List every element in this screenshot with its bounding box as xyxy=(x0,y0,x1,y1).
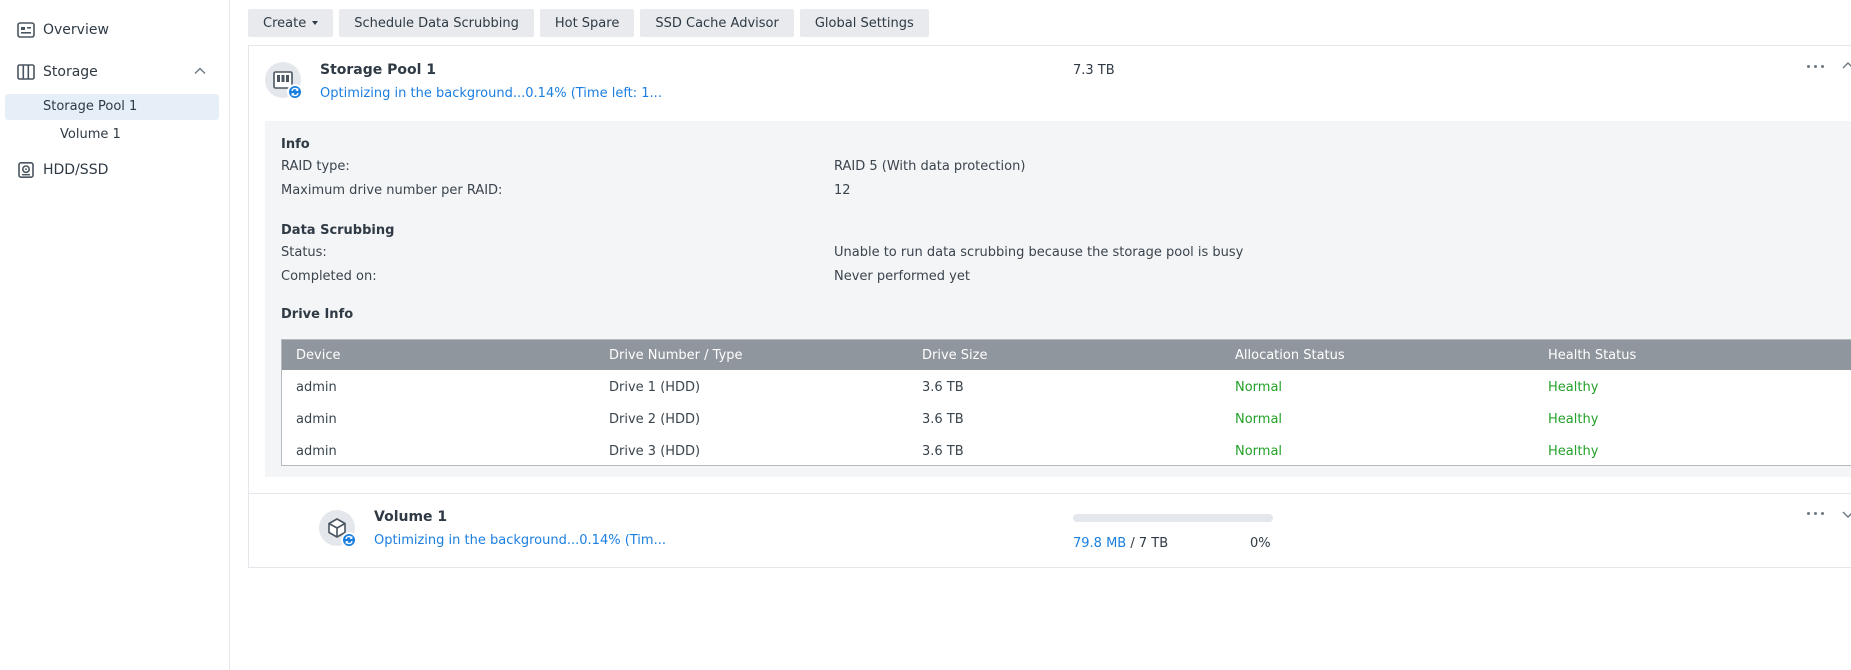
raid-type-value: RAID 5 (With data protection) xyxy=(834,159,1026,174)
allocation-status-cell: Normal xyxy=(1235,444,1283,459)
chevron-up-icon[interactable] xyxy=(1842,60,1851,72)
sidebar: Overview Storage Storage Pool 1 Volume 1 xyxy=(0,0,230,670)
column-header-drive-number[interactable]: Drive Number / Type xyxy=(609,348,743,363)
health-status-cell: Healthy xyxy=(1548,412,1599,427)
sidebar-item-overview[interactable]: Overview xyxy=(0,16,229,44)
max-drive-value: 12 xyxy=(834,183,851,198)
sidebar-item-storage[interactable]: Storage xyxy=(0,58,229,86)
volume-usage-text: 79.8 MB / 7 TB xyxy=(1073,536,1168,551)
volume-title: Volume 1 xyxy=(374,509,448,525)
completed-on-label: Completed on: xyxy=(281,269,377,284)
allocation-status-cell: Normal xyxy=(1235,380,1283,395)
device-cell: admin xyxy=(296,444,337,459)
toolbar: Create Schedule Data Scrubbing Hot Spare… xyxy=(248,9,929,37)
sidebar-item-label: HDD/SSD xyxy=(43,162,109,178)
sidebar-item-label: Storage xyxy=(43,64,98,80)
more-horizontal-icon[interactable] xyxy=(1805,62,1827,72)
overview-icon xyxy=(17,22,35,38)
drive-number-cell: Drive 3 (HDD) xyxy=(609,444,701,459)
health-status-cell: Healthy xyxy=(1548,380,1599,395)
sidebar-item-label: Storage Pool 1 xyxy=(43,99,138,114)
sync-icon xyxy=(287,84,303,100)
health-status-cell: Healthy xyxy=(1548,444,1599,459)
column-header-device[interactable]: Device xyxy=(296,348,340,363)
sync-icon xyxy=(341,532,357,548)
volume-used: 79.8 MB xyxy=(1073,536,1127,551)
sidebar-item-storage-pool-1[interactable]: Storage Pool 1 xyxy=(5,94,219,120)
device-cell: admin xyxy=(296,412,337,427)
create-button-label: Create xyxy=(263,15,307,31)
volume-panel: Volume 1 Optimizing in the background...… xyxy=(248,493,1851,568)
sidebar-item-label: Overview xyxy=(43,22,109,38)
drive-size-cell: 3.6 TB xyxy=(922,444,964,459)
schedule-data-scrubbing-button[interactable]: Schedule Data Scrubbing xyxy=(339,9,534,37)
drive-size-cell: 3.6 TB xyxy=(922,412,964,427)
ssd-cache-advisor-button[interactable]: SSD Cache Advisor xyxy=(640,9,794,37)
chevron-down-icon[interactable] xyxy=(1842,508,1851,520)
column-header-drive-size[interactable]: Drive Size xyxy=(922,348,987,363)
drive-info-heading: Drive Info xyxy=(281,307,354,322)
storage-manager-app: Overview Storage Storage Pool 1 Volume 1 xyxy=(0,0,1851,670)
column-header-health-status[interactable]: Health Status xyxy=(1548,348,1636,363)
volume-usage-bar xyxy=(1073,514,1273,522)
hdd-icon xyxy=(18,162,34,178)
sidebar-item-label: Volume 1 xyxy=(60,127,121,142)
allocation-status-cell: Normal xyxy=(1235,412,1283,427)
volume-total: 7 TB xyxy=(1138,536,1169,551)
column-header-allocation-status[interactable]: Allocation Status xyxy=(1235,348,1345,363)
volume-cube-icon xyxy=(319,510,357,548)
volume-status-link[interactable]: Optimizing in the background...0.14% (Ti… xyxy=(374,533,666,548)
storage-pool-size: 7.3 TB xyxy=(1073,63,1115,78)
storage-icon xyxy=(17,64,35,80)
max-drive-label: Maximum drive number per RAID: xyxy=(281,183,503,198)
completed-on-value: Never performed yet xyxy=(834,269,970,284)
global-settings-button[interactable]: Global Settings xyxy=(799,9,929,37)
raid-type-label: RAID type: xyxy=(281,159,350,174)
scrubbing-status-label: Status: xyxy=(281,245,327,260)
drive-number-cell: Drive 1 (HDD) xyxy=(609,380,701,395)
volume-usage-percent: 0% xyxy=(1250,536,1271,551)
more-horizontal-icon[interactable] xyxy=(1805,509,1827,519)
device-cell: admin xyxy=(296,380,337,395)
hot-spare-button[interactable]: Hot Spare xyxy=(539,9,635,37)
sidebar-item-hdd-ssd[interactable]: HDD/SSD xyxy=(0,156,229,184)
drive-info-table: Device Drive Number / Type Drive Size Al… xyxy=(281,339,1851,466)
volume-usage-separator: / xyxy=(1130,536,1135,551)
drive-number-cell: Drive 2 (HDD) xyxy=(609,412,701,427)
storage-pool-status-link[interactable]: Optimizing in the background...0.14% (Ti… xyxy=(320,86,662,101)
storage-pool-title: Storage Pool 1 xyxy=(320,62,437,78)
info-heading: Info xyxy=(281,137,310,152)
table-header: Device Drive Number / Type Drive Size Al… xyxy=(282,340,1851,370)
storage-pool-panel: Storage Pool 1 Optimizing in the backgro… xyxy=(248,45,1851,568)
chevron-up-icon[interactable] xyxy=(193,64,207,78)
data-scrubbing-heading: Data Scrubbing xyxy=(281,223,395,238)
sidebar-item-volume-1[interactable]: Volume 1 xyxy=(60,127,121,142)
caret-down-icon xyxy=(312,21,319,25)
storage-pool-icon xyxy=(265,62,303,100)
drive-size-cell: 3.6 TB xyxy=(922,380,964,395)
create-button[interactable]: Create xyxy=(248,9,334,37)
storage-pool-details: Info RAID type: RAID 5 (With data protec… xyxy=(265,121,1851,477)
scrubbing-status-value: Unable to run data scrubbing because the… xyxy=(834,245,1244,260)
